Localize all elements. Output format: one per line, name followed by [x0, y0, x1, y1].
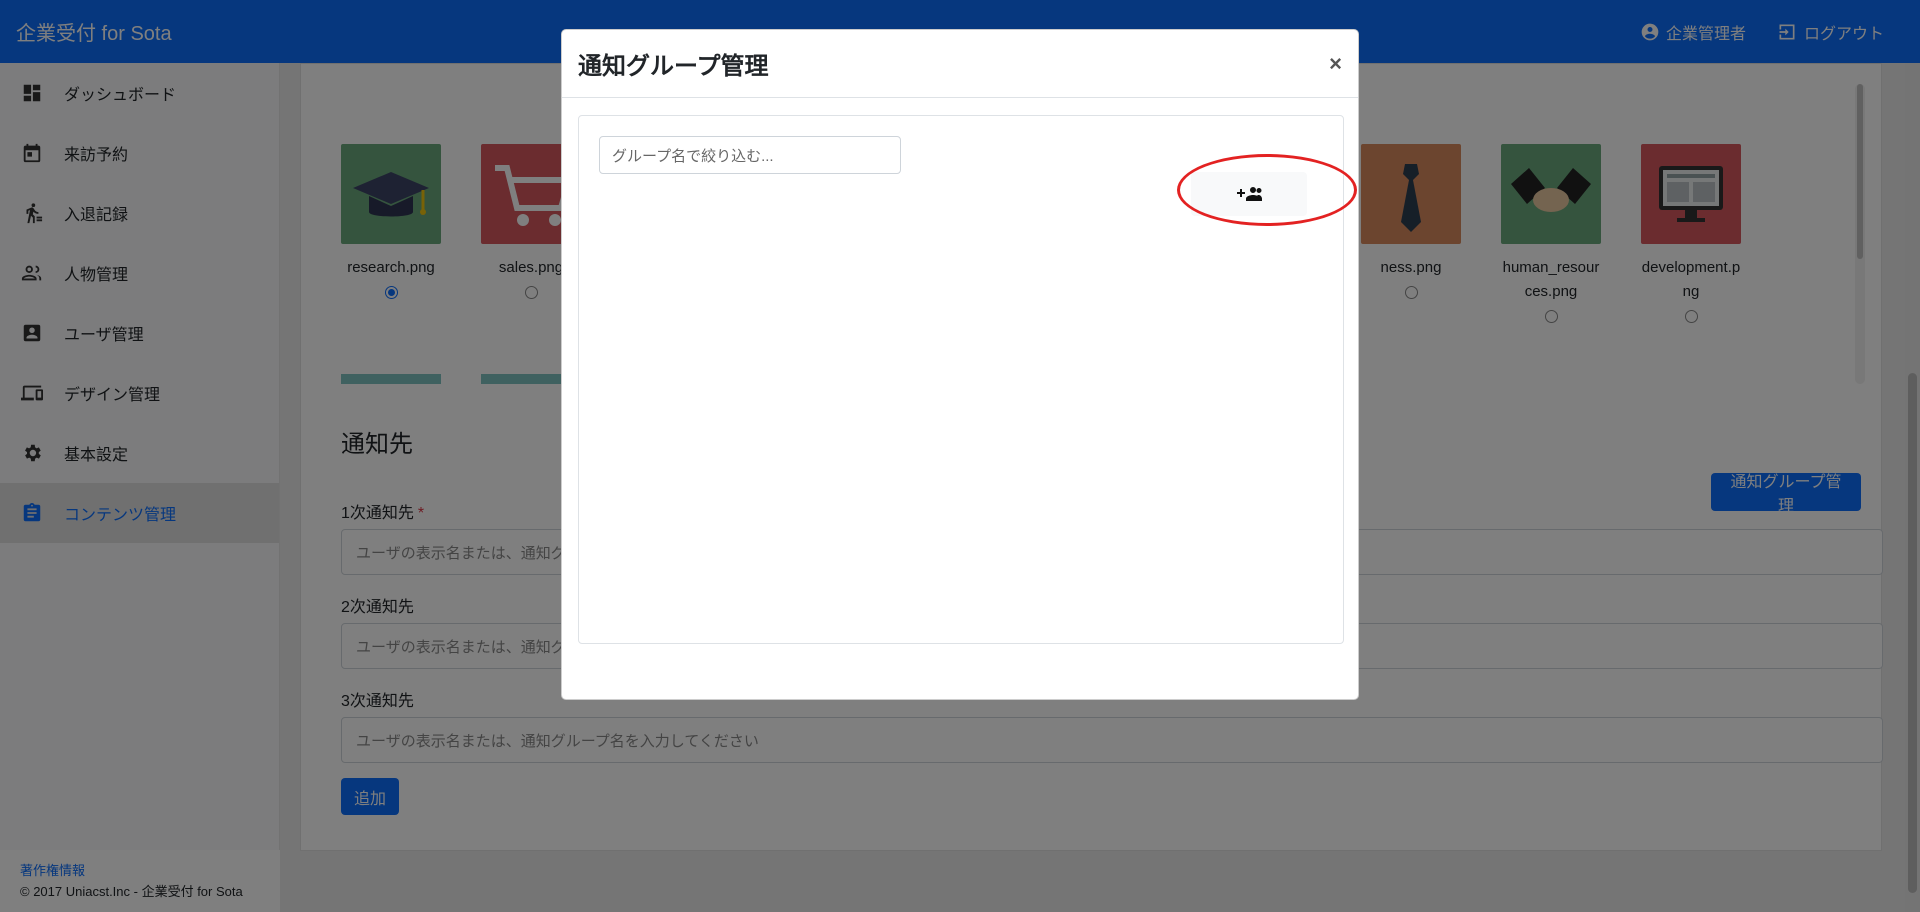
group-add-icon	[1237, 187, 1262, 201]
modal-header: 通知グループ管理 ×	[562, 30, 1358, 98]
group-management-modal: 通知グループ管理 × グループ名で絞り込む...	[561, 29, 1359, 700]
modal-title: 通知グループ管理	[578, 53, 769, 80]
add-group-button[interactable]	[1191, 172, 1307, 216]
filter-placeholder: グループ名で絞り込む...	[612, 147, 774, 165]
modal-body: グループ名で絞り込む...	[578, 115, 1357, 644]
group-filter-input[interactable]: グループ名で絞り込む...	[599, 136, 901, 174]
close-icon[interactable]: ×	[1329, 51, 1342, 77]
